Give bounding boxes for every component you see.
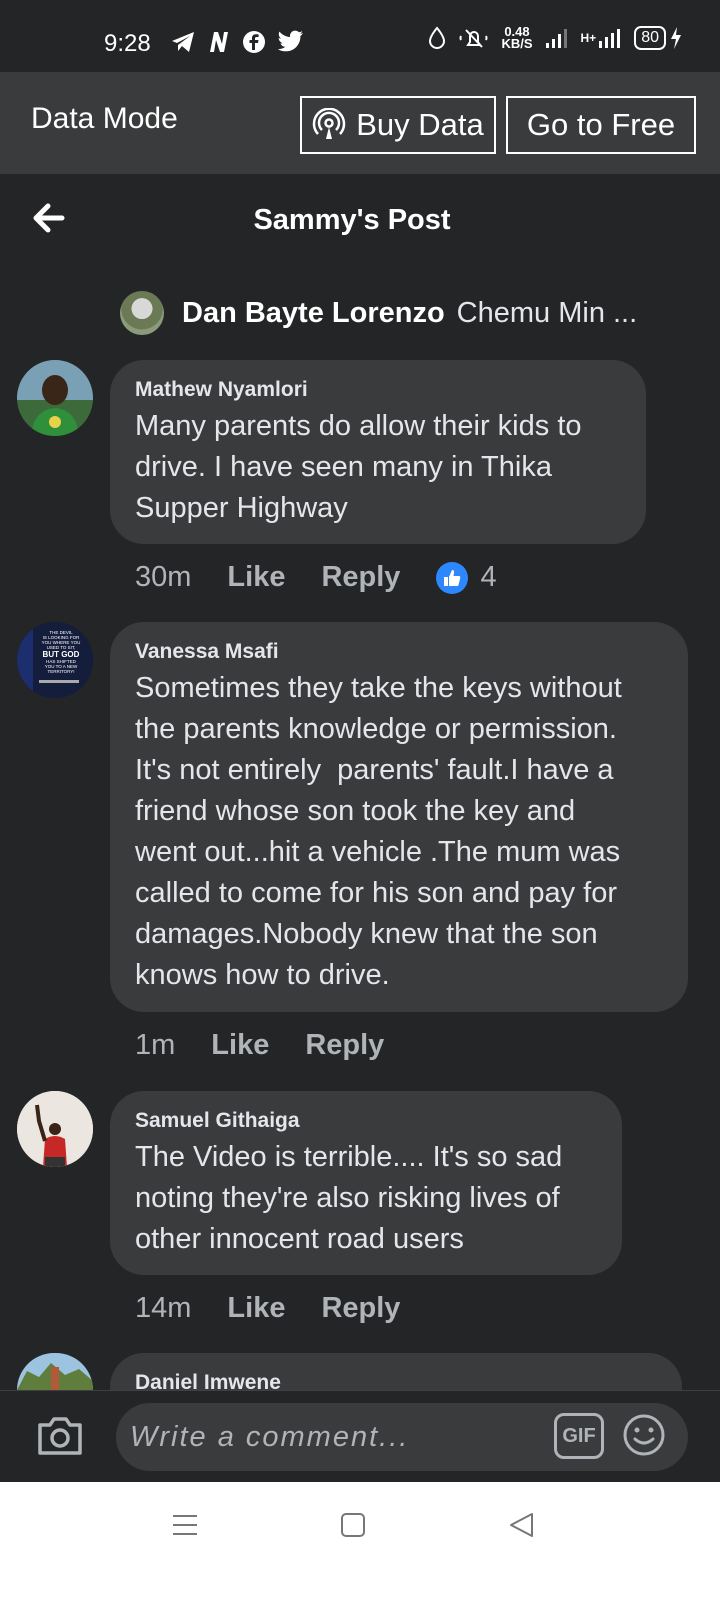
- comment-time: 1m: [135, 1029, 176, 1061]
- comment-line: friend whose son took the key and: [135, 795, 576, 827]
- comment-author[interactable]: Samuel Githaiga: [135, 1109, 597, 1133]
- like-button[interactable]: Like: [227, 561, 285, 594]
- comment-line: Sometimes they take the keys without: [135, 672, 622, 704]
- reply-button[interactable]: Reply: [321, 561, 400, 594]
- avatar-text: TERRITORY!: [47, 669, 74, 674]
- network-speed: 0.48 KB/S: [501, 25, 533, 51]
- camera-icon[interactable]: [36, 1415, 84, 1457]
- avatar-text: BUT GOD: [43, 650, 80, 659]
- facebook-icon: [243, 31, 265, 53]
- comment-bubble[interactable]: Mathew Nyamlori Many parents do allow th…: [110, 360, 646, 544]
- avatar[interactable]: [120, 291, 164, 335]
- avatar[interactable]: THE DEVIL IS LOOKING FOR YOU WHERE YOU U…: [17, 622, 93, 698]
- comment-line: went out...hit a vehicle .The mum was: [135, 836, 621, 868]
- comment-line: noting they're also risking lives of: [135, 1182, 560, 1214]
- comment-line: Supper Highway: [135, 492, 348, 524]
- comment-line: The Video is terrible.... It's so sad: [135, 1141, 563, 1173]
- page-title: Sammy's Post: [253, 204, 451, 236]
- comment-line: knows how to drive.: [135, 959, 390, 991]
- parent-comment[interactable]: Dan Bayte Lorenzo Chemu Min ...: [120, 290, 637, 336]
- avatar[interactable]: [17, 1091, 93, 1167]
- avatar-photo: [17, 1353, 93, 1390]
- data-mode-bar: Data Mode Buy Data Go to Free: [0, 72, 720, 174]
- network-speed-unit: KB/S: [501, 36, 533, 51]
- network-type-label: H+: [580, 31, 597, 45]
- comment-time: 14m: [135, 1292, 192, 1324]
- mute-icon: [459, 29, 488, 48]
- thumbs-up-icon: [436, 561, 469, 594]
- comment-line: drive. I have seen many in Thika: [135, 451, 552, 483]
- comment-actions: 1m Like Reply: [135, 1029, 420, 1062]
- comment-actions: 14m Like Reply: [135, 1292, 436, 1325]
- post-header: Sammy's Post: [0, 174, 720, 266]
- comment-text: The Video is terrible.... It's so sad no…: [135, 1137, 597, 1260]
- comment-line: other innocent road users: [135, 1223, 464, 1255]
- comment-author[interactable]: Mathew Nyamlori: [135, 378, 621, 402]
- status-bar: 9:28 0.48 KB/S H+ 80: [0, 0, 720, 72]
- go-to-free-label: Go to Free: [526, 107, 676, 142]
- comment-line: called to come for his son and pay for: [135, 877, 617, 909]
- back-icon[interactable]: [508, 1512, 534, 1538]
- comment-actions: 30m Like Reply 4: [135, 561, 497, 594]
- comment-bubble[interactable]: Daniel Imwene: [110, 1353, 682, 1390]
- comment-input-placeholder: Write a comment...: [130, 1421, 410, 1453]
- reply-button[interactable]: Reply: [305, 1029, 384, 1062]
- signal-icon-2: [599, 29, 621, 48]
- system-nav-bar: [0, 1482, 720, 1600]
- like-button[interactable]: Like: [211, 1029, 269, 1062]
- charging-icon: [671, 27, 681, 49]
- signal-icon: [545, 29, 567, 48]
- comment-bubble[interactable]: Vanessa Msafi Sometimes they take the ke…: [110, 622, 688, 1012]
- comment-bubble[interactable]: Samuel Githaiga The Video is terrible...…: [110, 1091, 622, 1275]
- comment-line: It's not entirely parents' fault.I have …: [135, 754, 614, 786]
- reaction-summary[interactable]: 4: [436, 561, 497, 594]
- reply-button[interactable]: Reply: [321, 1292, 400, 1325]
- status-time: 9:28: [104, 30, 151, 57]
- avatar-photo: [17, 360, 93, 436]
- comment-line: Many parents do allow their kids to: [135, 410, 582, 442]
- reaction-count: 4: [480, 561, 497, 593]
- comment-input[interactable]: Write a comment... GIF: [116, 1403, 688, 1471]
- comment-line: damages.Nobody knew that the son: [135, 918, 598, 950]
- data-saver-icon: [429, 26, 446, 49]
- battery-level: 80: [634, 26, 666, 50]
- system-status: 0.48 KB/S H+ 80: [427, 25, 682, 51]
- comment-line: the parents knowledge or permission.: [135, 713, 617, 745]
- buy-data-label: Buy Data: [356, 107, 484, 142]
- twitter-icon: [278, 30, 303, 52]
- like-button[interactable]: Like: [227, 1292, 285, 1325]
- avatar-photo: THE DEVIL IS LOOKING FOR YOU WHERE YOU U…: [17, 622, 93, 698]
- comment-author[interactable]: Vanessa Msafi: [135, 640, 663, 664]
- buy-data-button[interactable]: Buy Data: [300, 96, 496, 154]
- telegram-icon: [172, 32, 194, 52]
- notification-icons: [170, 30, 304, 54]
- n-app-icon: [210, 32, 228, 52]
- go-to-free-button[interactable]: Go to Free: [506, 96, 696, 154]
- avatar[interactable]: [17, 360, 93, 436]
- data-mode-label: Data Mode: [31, 102, 178, 135]
- parent-comment-author[interactable]: Dan Bayte Lorenzo: [182, 297, 445, 330]
- parent-comment-preview: Chemu Min ...: [456, 296, 638, 329]
- comment-text: Many parents do allow their kids to driv…: [135, 406, 621, 529]
- home-icon[interactable]: [340, 1512, 366, 1538]
- comment-author[interactable]: Daniel Imwene: [135, 1371, 657, 1390]
- emoji-icon[interactable]: [622, 1413, 666, 1457]
- broadcast-icon: [313, 108, 346, 139]
- comment-composer: Write a comment... GIF: [0, 1390, 720, 1483]
- comment-time: 30m: [135, 561, 192, 593]
- avatar[interactable]: [17, 1353, 93, 1390]
- gif-button[interactable]: GIF: [554, 1413, 604, 1459]
- comment-text: Sometimes they take the keys without the…: [135, 668, 663, 996]
- menu-icon[interactable]: [172, 1512, 198, 1538]
- avatar-photo: [17, 1091, 93, 1167]
